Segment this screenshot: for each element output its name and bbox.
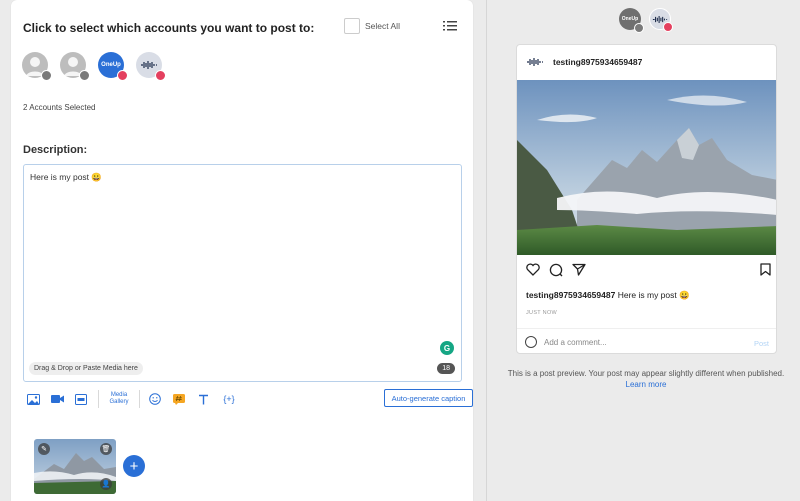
delete-media-icon[interactable]: 🗑 [100, 443, 112, 455]
instagram-badge-icon [79, 70, 90, 81]
media-dropzone-hint[interactable]: Drag & Drop or Paste Media here [29, 362, 143, 375]
preview-account-oneup[interactable]: OneUp [619, 8, 644, 33]
caption-text: Here is my post 😀 [617, 290, 690, 300]
hashtag-icon[interactable] [172, 392, 186, 406]
accounts-heading: Click to select which accounts you want … [23, 21, 315, 35]
gif-icon[interactable] [74, 392, 88, 406]
learn-more-link[interactable]: Learn more [496, 379, 796, 390]
preview-timestamp: JUST NOW [526, 310, 558, 316]
oneup-logo-text: OneUp [621, 16, 639, 22]
toolbar-separator [139, 390, 140, 408]
post-comment-button[interactable]: Post [754, 339, 769, 348]
edit-media-icon[interactable]: ✎ [38, 443, 50, 455]
select-all-control[interactable]: Select All [344, 18, 400, 34]
accounts-selected-count: 2 Accounts Selected [23, 103, 96, 112]
preview-account-testing[interactable] [649, 8, 673, 32]
video-upload-icon[interactable] [50, 392, 64, 406]
preview-account-switcher: OneUp [619, 8, 673, 33]
account-avatar-testing[interactable] [136, 52, 166, 81]
emoji-icon[interactable] [148, 392, 162, 406]
instagram-badge-icon [155, 70, 166, 81]
instagram-badge-icon [634, 23, 644, 33]
instagram-badge-icon [41, 70, 52, 81]
oneup-logo-text: OneUp [101, 62, 121, 68]
comment-input[interactable]: Add a comment... [544, 338, 607, 347]
comment-icon[interactable] [549, 263, 563, 277]
preview-caption: testing8975934659487 Here is my post 😀 [526, 290, 690, 301]
text-format-icon[interactable] [196, 392, 210, 406]
soundwave-logo-icon [141, 61, 157, 69]
account-selector: OneUp [22, 52, 166, 81]
select-all-label: Select All [365, 21, 400, 31]
preview-header: testing8975934659487 [525, 57, 642, 67]
media-gallery-button[interactable]: Media Gallery [107, 392, 131, 406]
preview-username: testing8975934659487 [553, 57, 643, 67]
select-all-checkbox[interactable] [344, 18, 360, 34]
add-media-button[interactable]: + [123, 455, 145, 477]
instagram-badge-icon [663, 22, 673, 32]
toolbar-separator [98, 390, 99, 408]
share-icon[interactable] [572, 263, 586, 276]
mountain-photo-preview [517, 80, 776, 255]
composer-panel: Click to select which accounts you want … [11, 0, 473, 501]
image-upload-icon[interactable] [26, 392, 40, 406]
heart-icon[interactable] [526, 263, 540, 276]
editor-toolbar: Media Gallery {+} [26, 389, 248, 409]
preview-disclaimer: This is a post preview. Your post may ap… [496, 368, 796, 390]
preview-comment-bar: Add a comment... Post [517, 328, 776, 353]
list-view-icon[interactable] [443, 20, 457, 32]
preview-note-text: This is a post preview. Your post may ap… [507, 369, 785, 378]
instagram-badge-icon [117, 70, 128, 81]
media-thumbnail[interactable]: ✎ 🗑 👤 [34, 439, 116, 494]
account-avatar-oneup[interactable]: OneUp [98, 52, 128, 81]
account-avatar-2[interactable] [60, 52, 90, 81]
tag-user-icon[interactable]: 👤 [100, 478, 112, 490]
description-label: Description: [23, 144, 88, 156]
auto-generate-caption-button[interactable]: Auto-generate caption [384, 389, 473, 407]
caption-username: testing8975934659487 [526, 290, 616, 300]
instagram-post-preview: testing8975934659487 testing897593465948… [516, 44, 777, 354]
account-avatar-1[interactable] [22, 52, 52, 81]
bookmark-icon[interactable] [760, 263, 771, 276]
panel-divider [486, 0, 487, 501]
smiley-icon[interactable] [525, 336, 537, 348]
character-count: 18 [437, 363, 455, 374]
post-text[interactable]: Here is my post 😀 [30, 172, 102, 183]
description-textarea[interactable]: Here is my post 😀 G Drag & Drop or Paste… [23, 164, 462, 382]
preview-actions [526, 263, 771, 277]
soundwave-logo-icon [527, 58, 543, 66]
grammarly-icon[interactable]: G [440, 341, 454, 355]
variables-icon[interactable]: {+} [220, 392, 238, 406]
